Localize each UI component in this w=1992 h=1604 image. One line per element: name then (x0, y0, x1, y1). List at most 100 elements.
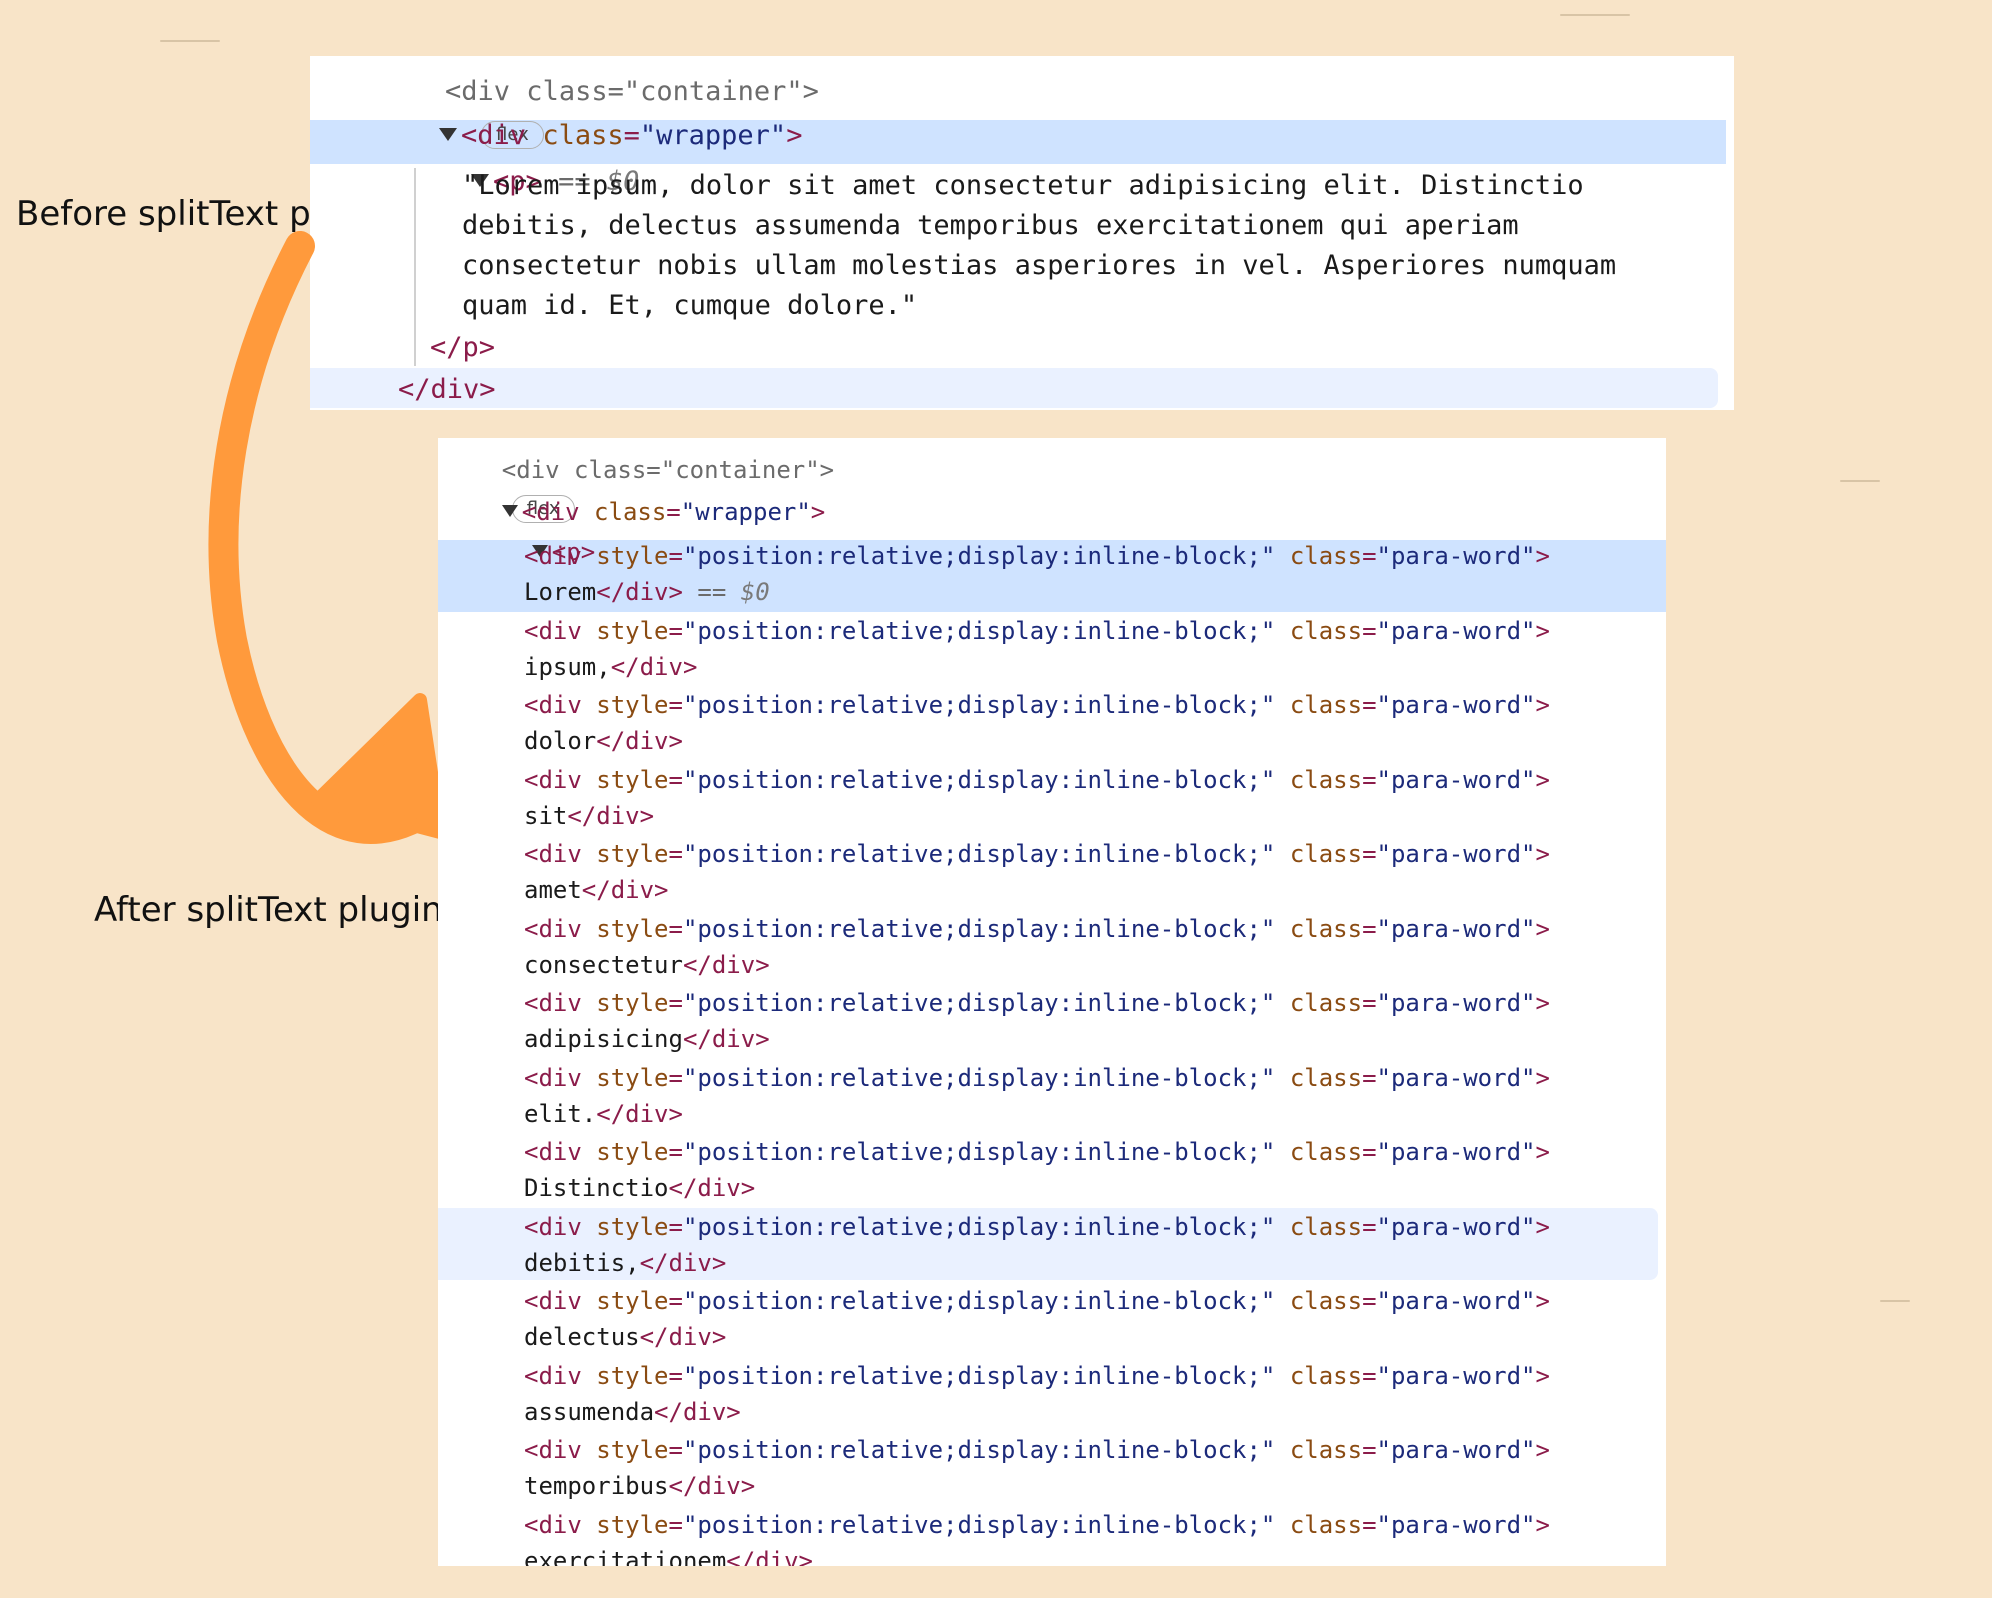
word-text: elit. (524, 1099, 597, 1128)
end-tag: </div> (654, 1397, 741, 1426)
devtools-after-panel: <div class="container"> flex <div class=… (438, 438, 1666, 1566)
word-text: exercitationem (524, 1546, 727, 1567)
style-attr: style (596, 542, 669, 570)
word-div-text-line[interactable]: amet</div> (524, 872, 669, 908)
word-text: temporibus (524, 1472, 669, 1500)
style-value: "position:relative;display:inline-block;… (682, 542, 1276, 570)
class-attr: class (1289, 989, 1363, 1017)
class-value: "para-word" (1376, 840, 1536, 868)
style-attr: style (596, 1436, 669, 1464)
tag-open: <div (524, 1287, 582, 1315)
style-value: "position:relative;display:inline-block;… (682, 989, 1276, 1017)
tag-close: > (1535, 914, 1550, 943)
word-div-open-line[interactable]: <div style="position:relative;display:in… (524, 687, 1550, 723)
word-div-text-line[interactable]: adipisicing</div> (524, 1021, 770, 1057)
word-text: debitis, (524, 1248, 640, 1277)
word-text: amet (524, 876, 582, 904)
style-attr: style (596, 1287, 669, 1315)
word-div-open-line[interactable]: <div style="position:relative;display:in… (524, 1507, 1550, 1543)
class-attr: class (1289, 542, 1363, 570)
equals-sign: == (682, 578, 741, 606)
word-div-text-line[interactable]: consectetur</div> (524, 947, 770, 983)
word-div-open-line[interactable]: <div style="position:relative;display:in… (524, 911, 1550, 947)
word-div-open-line[interactable]: <div style="position:relative;display:in… (524, 985, 1550, 1021)
class-attr: class (1289, 1287, 1363, 1315)
style-attr: style (596, 765, 669, 794)
word-div-open-line[interactable]: <div style="position:relative;display:in… (524, 762, 1550, 798)
attr-name: class (594, 498, 667, 526)
class-value: "para-word" (1376, 691, 1536, 719)
word-text: sit (524, 801, 568, 830)
word-div-text-line[interactable]: debitis,</div> (524, 1245, 726, 1281)
end-tag: </div> (668, 1174, 756, 1202)
word-div-text-line[interactable]: Lorem</div> == $0 (524, 574, 770, 610)
tag-close: > (1535, 989, 1550, 1017)
word-div-text-line[interactable]: dolor</div> (524, 723, 683, 759)
style-attr: style (596, 1510, 669, 1539)
end-tag: </div> (567, 801, 655, 830)
word-div-text-line[interactable]: exercitationem</div> (524, 1543, 813, 1567)
word-div-open-line[interactable]: <div style="position:relative;display:in… (524, 836, 1550, 872)
style-value: "position:relative;display:inline-block;… (682, 1063, 1276, 1092)
style-value: "position:relative;display:inline-block;… (682, 765, 1276, 794)
class-attr: class (1289, 1212, 1363, 1241)
word-div-text-line[interactable]: ipsum,</div> (524, 649, 697, 685)
word-div-text-line[interactable]: temporibus</div> (524, 1468, 755, 1504)
class-attr: class (1289, 1138, 1363, 1166)
word-div-text-line[interactable]: delectus</div> (524, 1319, 726, 1355)
style-attr: style (596, 1361, 669, 1390)
word-div-open-line[interactable]: <div style="position:relative;display:in… (524, 538, 1550, 574)
tag-open: <div (524, 989, 582, 1017)
style-attr: style (596, 840, 669, 868)
style-attr: style (596, 989, 669, 1017)
tag-close: > (1535, 840, 1550, 868)
word-text: dolor (524, 727, 597, 755)
style-value: "position:relative;display:inline-block;… (682, 840, 1276, 868)
word-div-open-line[interactable]: <div style="position:relative;display:in… (524, 1432, 1550, 1468)
tag-close: > (1535, 765, 1550, 794)
word-text: Distinctio (524, 1174, 669, 1202)
tag-close: > (1535, 616, 1550, 645)
tag-open: <div (524, 765, 582, 794)
word-div-open-line[interactable]: <div style="position:relative;display:in… (524, 1134, 1550, 1170)
style-value: "position:relative;display:inline-block;… (682, 1212, 1276, 1241)
word-div-open-line[interactable]: <div style="position:relative;display:in… (524, 1283, 1550, 1319)
tag-open: <div (524, 616, 582, 645)
tag-open: <div (524, 1063, 582, 1092)
word-text: delectus (524, 1323, 640, 1351)
word-div-text-line[interactable]: sit</div> (524, 798, 654, 834)
word-div-open-line[interactable]: <div style="position:relative;display:in… (524, 613, 1550, 649)
tag-open: <div (524, 1138, 582, 1166)
attr-value: "wrapper" (680, 498, 811, 526)
tag-close: > (1535, 1063, 1550, 1092)
word-div-text-line[interactable]: assumenda</div> (524, 1394, 741, 1430)
tag-open: <div (524, 1436, 582, 1464)
class-value: "para-word" (1376, 1063, 1536, 1092)
class-value: "para-word" (1376, 1361, 1536, 1390)
tag-close: > (1535, 1287, 1550, 1315)
end-tag: </div> (682, 950, 770, 979)
class-attr: class (1289, 1361, 1363, 1390)
word-div-open-line[interactable]: <div style="position:relative;display:in… (524, 1060, 1550, 1096)
style-value: "position:relative;display:inline-block;… (682, 1361, 1276, 1390)
word-div-text-line[interactable]: Distinctio</div> (524, 1170, 755, 1206)
word-text: Lorem (524, 578, 597, 606)
tag-open: <div (524, 691, 582, 719)
class-value: "para-word" (1376, 542, 1536, 570)
class-value: "para-word" (1376, 1138, 1536, 1166)
class-value: "para-word" (1376, 1510, 1536, 1539)
style-value: "position:relative;display:inline-block;… (682, 616, 1276, 645)
class-value: "para-word" (1376, 616, 1536, 645)
tag-open: <div (524, 840, 582, 868)
word-div-open-line[interactable]: <div style="position:relative;display:in… (524, 1209, 1550, 1245)
tag-close: > (1535, 542, 1550, 570)
word-div-open-line[interactable]: <div style="position:relative;display:in… (524, 1358, 1550, 1394)
style-value: "position:relative;display:inline-block;… (682, 691, 1276, 719)
word-text: assumenda (524, 1397, 655, 1426)
style-attr: style (596, 1138, 669, 1166)
tag-open: <div (524, 914, 582, 943)
word-text: consectetur (524, 950, 683, 979)
word-div-text-line[interactable]: elit.</div> (524, 1096, 683, 1132)
class-value: "para-word" (1376, 1436, 1536, 1464)
tag-close: > (1535, 1138, 1550, 1166)
